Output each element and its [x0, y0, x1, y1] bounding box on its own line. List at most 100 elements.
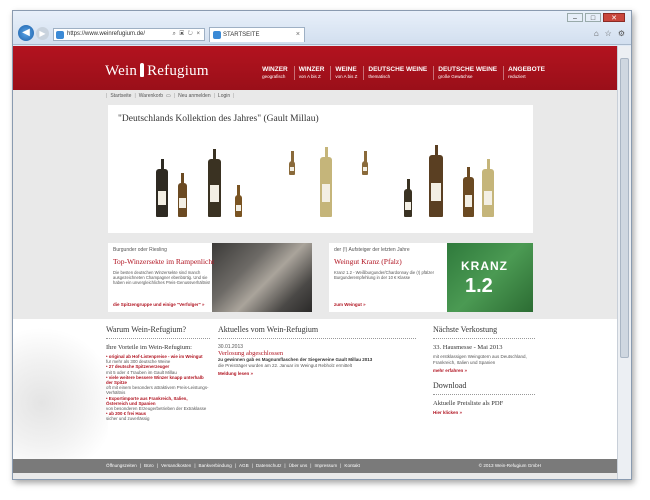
footer-link[interactable]: Über uns [289, 459, 308, 473]
arrow-left-icon: ◀ [22, 27, 30, 38]
menu-item-winzer-az[interactable]: WINZER von A bis Z [293, 66, 329, 80]
footer-link[interactable]: Datenschutz [256, 459, 282, 473]
tab-startseite[interactable]: STARTSEITE × [209, 27, 305, 42]
why-sub: Ihre Vorteile im Wein-Refugium: [106, 344, 192, 351]
news-body-bold: zu gewinnen gab es Magnumflaschen der Si… [218, 357, 373, 362]
bottle-label [209, 185, 220, 203]
separator: | [134, 93, 136, 99]
menu-item-weine[interactable]: WEINE von A bis Z [330, 66, 361, 80]
footer-link[interactable]: Impressum [314, 459, 337, 473]
promo-link[interactable]: zum Weingut » [334, 302, 366, 307]
subnav-login[interactable]: Login [218, 93, 230, 99]
menu-sub: große Gewächse [438, 74, 473, 79]
news-body: zu gewinnen gab es Magnumflaschen der Si… [218, 357, 416, 368]
bottle-label [362, 167, 368, 172]
wine-bottle-image[interactable] [429, 145, 443, 217]
menu-title: WINZER [298, 66, 325, 73]
bottle-label [321, 184, 331, 202]
download-sub: Aktuelle Preisliste als PDF [433, 400, 504, 407]
home-icon[interactable]: ⌂ [594, 29, 599, 38]
kranz-image-number: 1.2 [465, 275, 493, 297]
close-button[interactable]: ✕ [603, 13, 625, 22]
logo-text-left: Wein [105, 63, 138, 79]
footer-link[interactable]: Versandkosten [161, 459, 191, 473]
web-page: Wein Refugium WINZER geografisch WINZER von… [13, 46, 619, 479]
wine-bottle-image[interactable] [320, 147, 332, 217]
close-icon[interactable]: × [196, 31, 201, 37]
footer-link[interactable]: Kontakt [344, 459, 360, 473]
news-title[interactable]: Verlosung abgeschlossen [218, 350, 416, 357]
menu-item-angebote[interactable]: ANGEBOTE reduziert [503, 66, 549, 80]
address-url: https://www.weinrefugium.de/ [67, 31, 146, 37]
wine-bottle-image[interactable] [404, 179, 412, 217]
wine-bottle-image[interactable] [178, 173, 187, 217]
promo-text: Die besten deutschen Winzersekte sind ma… [113, 270, 211, 286]
menu-sub: von A bis Z [298, 74, 321, 79]
address-tools[interactable]: ⌕ ▣ ↻ × [172, 29, 201, 40]
footer-link[interactable]: Öffnungszeiten [106, 459, 137, 473]
refresh-icon[interactable]: ↻ [188, 31, 194, 37]
address-bar[interactable]: https://www.weinrefugium.de/ ⌕ ▣ ↻ × [53, 28, 205, 41]
separator: | [251, 463, 253, 468]
bottle-label [157, 190, 167, 205]
promo-weingut-kranz[interactable]: KRANZ 1.2 der (!) Aufsteiger der letzten… [329, 243, 533, 312]
bottle-label [236, 204, 241, 212]
subnav-register[interactable]: Neu anmelden [178, 93, 211, 99]
menu-title: DEUTSCHE WEINE [368, 66, 428, 73]
separator: | [139, 463, 142, 468]
download-link[interactable]: Hier klicken » [433, 410, 535, 415]
tasting-more-link[interactable]: mehr erfahren » [433, 368, 535, 373]
promo-link[interactable]: die Spitzengruppe und einige "Verfolger"… [113, 302, 205, 307]
why-item-title: • Exportimporte aus Frankreich, Italien,… [106, 395, 188, 406]
site-header: Wein Refugium WINZER geografisch WINZER von… [13, 46, 619, 90]
separator: | [213, 93, 215, 99]
promo-title[interactable]: Top-Winzersekte im Rampenlicht [113, 257, 214, 266]
footer-copyright: © 2013 Wein-Refugium GmbH [478, 463, 541, 468]
promo-title[interactable]: Weingut Kranz (Pfalz) [334, 257, 402, 266]
browser-window: – □ ✕ ◀ ▶ https://www.weinrefugium.de/ ⌕… [12, 10, 632, 480]
wine-bottle-image[interactable] [208, 149, 221, 217]
why-column: Warum Wein-Refugium? Ihre Vorteile im We… [106, 325, 210, 422]
search-icon[interactable]: ⌕ [172, 31, 176, 37]
featured-title: "Deutschlands Kollektion des Jahres" (Ga… [118, 114, 319, 124]
grape-watermark-image [13, 319, 108, 459]
gear-icon[interactable]: ⚙ [618, 29, 625, 38]
footer-link[interactable]: Bankverbindung [199, 459, 232, 473]
cart-icon[interactable]: ▭ [166, 93, 171, 99]
wine-bottle-image[interactable] [463, 167, 474, 217]
footer-link[interactable]: AGB [239, 459, 249, 473]
news-read-more-link[interactable]: Meldung lesen » [218, 371, 416, 376]
maximize-button[interactable]: □ [585, 13, 601, 22]
subnav-startseite[interactable]: Startseite [110, 93, 131, 99]
menu-item-winzer-geo[interactable]: WINZER geografisch [258, 66, 292, 80]
forward-button[interactable]: ▶ [36, 27, 49, 40]
scrollbar-thumb[interactable] [620, 58, 629, 358]
menu-sub: thematisch [368, 74, 391, 79]
footer-links: Öffnungszeiten | Büro | Versandkosten | Ban… [106, 459, 360, 473]
wine-bottle-image[interactable] [235, 185, 242, 217]
menu-item-deutsche-weine-thema[interactable]: DEUTSCHE WEINE thematisch [363, 66, 431, 80]
wine-bottle-image[interactable] [482, 159, 494, 217]
tab-close-icon[interactable]: × [296, 28, 300, 42]
subnav-warenkorb[interactable]: Warenkorb [139, 93, 163, 99]
bottle-label [179, 198, 186, 209]
lock-icon[interactable]: ▣ [180, 31, 186, 37]
separator: | [173, 93, 176, 99]
wine-bottle-image[interactable] [156, 159, 168, 217]
vertical-scrollbar[interactable] [617, 46, 631, 479]
minimize-button[interactable]: – [567, 13, 583, 22]
promo-winzersekte[interactable]: Burgunder oder Riesling Top-Winzersekte … [108, 243, 312, 312]
menu-item-deutsche-weine-gg[interactable]: DEUTSCHE WEINE große Gewächse [433, 66, 501, 80]
bottle-label [431, 182, 441, 202]
favorites-star-icon[interactable]: ☆ [605, 29, 612, 38]
footer-link[interactable]: Büro [144, 459, 154, 473]
tab-title: STARTSEITE [223, 32, 260, 38]
tasting-text: mit erstklassigen Weingütern aus Deutsch… [433, 354, 527, 365]
menu-sub: von A bis Z [335, 74, 358, 79]
wine-bottle-image[interactable] [289, 151, 295, 175]
wine-bottle-image[interactable] [362, 151, 368, 175]
site-logo[interactable]: Wein Refugium [105, 63, 209, 80]
back-button[interactable]: ◀ [18, 25, 34, 41]
why-list: • original ab Hof-Listenpreise - wie im … [106, 354, 210, 422]
menu-sub: geografisch [262, 74, 286, 79]
